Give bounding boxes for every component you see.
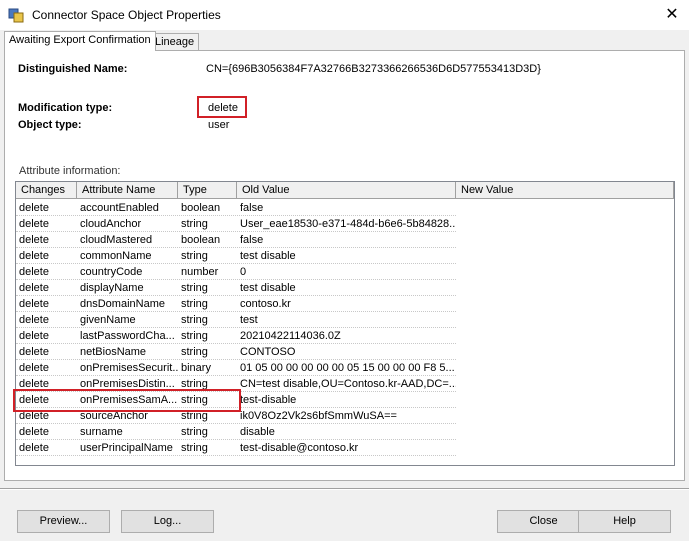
cell-attribute-name: netBiosName xyxy=(80,346,147,358)
cell-type: string xyxy=(181,250,208,262)
cell-changes: delete xyxy=(19,298,49,310)
cell-changes: delete xyxy=(19,426,49,438)
cell-type: string xyxy=(181,314,208,326)
dn-value: CN={696B3056384F7A32766B3273366266536D6D… xyxy=(206,63,541,75)
cell-type: string xyxy=(181,282,208,294)
cell-changes: delete xyxy=(19,234,49,246)
table-row[interactable]: delete userPrincipalName string test-disabl… xyxy=(16,440,674,456)
cell-old-value: false xyxy=(240,234,264,246)
cell-type: binary xyxy=(181,362,211,374)
cell-type: string xyxy=(181,346,208,358)
column-header-changes[interactable]: Changes xyxy=(16,182,77,199)
highlight-box-row xyxy=(13,389,241,412)
tab-lineage[interactable]: Lineage xyxy=(150,33,200,50)
tab-awaiting-export-confirmation[interactable]: Awaiting Export Confirmation xyxy=(4,31,156,51)
cell-attribute-name: commonName xyxy=(80,250,152,262)
dn-label: Distinguished Name: xyxy=(18,63,128,75)
row-gridline xyxy=(16,455,456,456)
cell-old-value: CN=test disable,OU=Contoso.kr-AAD,DC=... xyxy=(240,378,456,390)
cell-attribute-name: cloudMastered xyxy=(80,234,153,246)
cell-changes: delete xyxy=(19,202,49,214)
table-row[interactable]: delete givenName string test xyxy=(16,312,674,328)
preview-button[interactable]: Preview... xyxy=(17,510,110,533)
cell-type: string xyxy=(181,442,208,454)
help-button[interactable]: Help xyxy=(578,510,671,533)
table-row[interactable]: delete accountEnabled boolean false xyxy=(16,200,674,216)
window-title: Connector Space Object Properties xyxy=(32,8,221,22)
cell-old-value: 20210422114036.0Z xyxy=(240,330,341,342)
cell-changes: delete xyxy=(19,282,49,294)
attribute-info-label: Attribute information: xyxy=(19,165,121,177)
object-type-label: Object type: xyxy=(18,119,82,131)
cell-old-value: test xyxy=(240,314,258,326)
column-header-new-value[interactable]: New Value xyxy=(456,182,674,199)
table-row[interactable]: delete lastPasswordCha... string 2021042211… xyxy=(16,328,674,344)
cell-old-value: CONTOSO xyxy=(240,346,296,358)
bottom-divider xyxy=(0,488,689,490)
table-row[interactable]: delete commonName string test disable xyxy=(16,248,674,264)
column-header-type[interactable]: Type xyxy=(178,182,237,199)
cell-changes: delete xyxy=(19,346,49,358)
cell-changes: delete xyxy=(19,266,49,278)
title-bar: Connector Space Object Properties ✕ xyxy=(0,0,689,30)
close-button[interactable]: Close xyxy=(497,510,590,533)
cell-old-value: test-disable@contoso.kr xyxy=(240,442,359,454)
log-button[interactable]: Log... xyxy=(121,510,214,533)
column-header-old-value[interactable]: Old Value xyxy=(237,182,456,199)
cell-type: string xyxy=(181,298,208,310)
table-row[interactable]: delete dnsDomainName string contoso.kr xyxy=(16,296,674,312)
cell-changes: delete xyxy=(19,442,49,454)
cell-old-value: false xyxy=(240,202,264,214)
table-row[interactable]: delete surname string disable xyxy=(16,424,674,440)
table-row[interactable]: delete netBiosName string CONTOSO xyxy=(16,344,674,360)
table-row[interactable]: delete countryCode number 0 xyxy=(16,264,674,280)
close-icon[interactable]: ✕ xyxy=(660,4,684,26)
cell-changes: delete xyxy=(19,362,49,374)
cell-changes: delete xyxy=(19,330,49,342)
cell-attribute-name: cloudAnchor xyxy=(80,218,142,230)
cell-attribute-name: userPrincipalName xyxy=(80,442,173,454)
modification-type-value: delete xyxy=(208,102,238,114)
object-type-value: user xyxy=(208,119,230,131)
cell-old-value: test-disable xyxy=(240,394,297,406)
cell-type: boolean xyxy=(181,234,221,246)
cell-type: boolean xyxy=(181,202,221,214)
cell-old-value: contoso.kr xyxy=(240,298,291,310)
cell-type: string xyxy=(181,426,208,438)
cell-old-value: disable xyxy=(240,426,275,438)
cell-attribute-name: dnsDomainName xyxy=(80,298,165,310)
column-header-attribute-name[interactable]: Attribute Name xyxy=(77,182,178,199)
cell-old-value: ik0V8Oz2Vk2s6bfSmmWuSA== xyxy=(240,410,397,422)
cell-old-value: User_eae18530-e371-484d-b6e6-5b84828... xyxy=(240,218,456,230)
cell-attribute-name: accountEnabled xyxy=(80,202,159,214)
cell-changes: delete xyxy=(19,218,49,230)
table-row[interactable]: delete cloudAnchor string User_eae18530-e37… xyxy=(16,216,674,232)
cell-attribute-name: countryCode xyxy=(80,266,143,278)
cell-attribute-name: displayName xyxy=(80,282,144,294)
cell-attribute-name: onPremisesSecurit... xyxy=(80,362,178,374)
cell-old-value: test disable xyxy=(240,250,296,262)
cell-attribute-name: givenName xyxy=(80,314,136,326)
cell-old-value: 0 xyxy=(240,266,247,278)
cell-changes: delete xyxy=(19,250,49,262)
cell-changes: delete xyxy=(19,314,49,326)
modification-type-label: Modification type: xyxy=(18,102,113,114)
cell-type: string xyxy=(181,218,208,230)
cell-attribute-name: surname xyxy=(80,426,123,438)
cell-type: string xyxy=(181,330,208,342)
table-row[interactable]: delete onPremisesSecurit... binary 01 05 00… xyxy=(16,360,674,376)
table-row[interactable]: delete displayName string test disable xyxy=(16,280,674,296)
cell-old-value: test disable xyxy=(240,282,296,294)
cell-attribute-name: lastPasswordCha... xyxy=(80,330,175,342)
app-icon xyxy=(8,8,24,23)
table-row[interactable]: delete cloudMastered boolean false xyxy=(16,232,674,248)
cell-old-value: 01 05 00 00 00 00 00 05 15 00 00 00 F8 5… xyxy=(240,362,455,374)
cell-type: number xyxy=(181,266,219,278)
attribute-list[interactable]: Changes Attribute Name Type Old Value Ne… xyxy=(15,181,675,466)
